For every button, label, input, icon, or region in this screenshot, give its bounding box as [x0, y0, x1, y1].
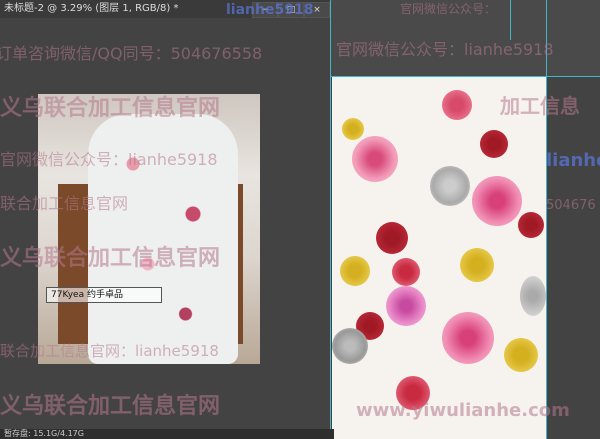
- watermark-text: 504676: [546, 198, 596, 213]
- flower: [332, 328, 368, 364]
- flower: [352, 136, 398, 182]
- watermark-text: lianhe5918: [226, 2, 314, 18]
- watermark-text: 订单咨询微信/QQ同号：504676558: [0, 44, 263, 63]
- flower: [340, 256, 370, 286]
- flower: [342, 118, 364, 140]
- watermark-text: 官网微信公众号：lianhe5918: [336, 40, 554, 59]
- flower: [392, 258, 420, 286]
- watermark-text: 加工信息: [500, 94, 580, 118]
- guide-line[interactable]: [330, 76, 600, 77]
- watermark-text: www.yiwulianhe.com: [356, 400, 570, 421]
- guide-line[interactable]: [330, 0, 331, 439]
- floral-pattern-canvas: [332, 76, 546, 439]
- watermark-text: 联合加工信息官网: [0, 194, 129, 213]
- flower: [480, 130, 508, 158]
- scratch-disk-status: 暂存盘: 15.1G/4.17G: [4, 429, 84, 438]
- flower: [386, 286, 426, 326]
- flower: [376, 222, 408, 254]
- document-title: 未标题-2 @ 3.29% (图层 1, RGB/8) *: [4, 3, 179, 14]
- watermark-text: 官网微信公众号：lianhe5918: [0, 150, 218, 169]
- watermark-text: 义乌联合加工信息官网: [0, 96, 221, 121]
- flower: [442, 90, 472, 120]
- flower: [472, 176, 522, 226]
- watermark-text: 义乌联合加工信息官网: [0, 246, 221, 271]
- flower: [504, 338, 538, 372]
- flower: [520, 276, 546, 316]
- watermark-text: 官网微信公众号：: [400, 2, 497, 16]
- status-bar: 暂存盘: 15.1G/4.17G: [0, 429, 334, 439]
- flower: [442, 312, 494, 364]
- watermark-text: 义乌联合加工信息官网: [0, 394, 221, 419]
- flower: [518, 212, 544, 238]
- photo-text-label: 77Kyea 约手卓品: [46, 287, 162, 303]
- guide-line[interactable]: [546, 0, 547, 439]
- flower: [460, 248, 494, 282]
- flower: [430, 166, 470, 206]
- guide-line[interactable]: [510, 0, 511, 40]
- dress-photo-canvas: 77Kyea 约手卓品: [38, 94, 260, 364]
- watermark-text: 联合加工信息官网：lianhe5918: [0, 342, 219, 360]
- watermark-text: lianhe: [546, 150, 600, 171]
